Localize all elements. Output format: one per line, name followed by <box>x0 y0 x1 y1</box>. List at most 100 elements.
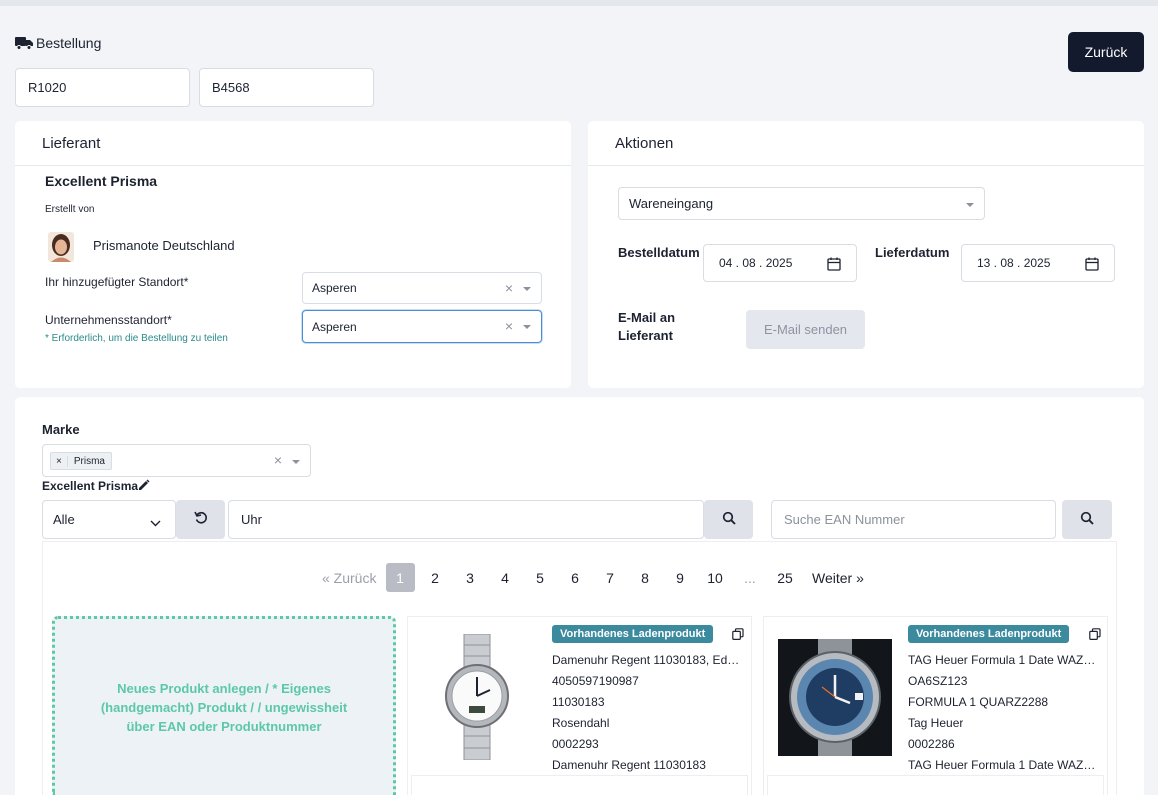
product-card-footer <box>767 775 1104 795</box>
product-search-button[interactable] <box>704 500 753 539</box>
ean-search-button[interactable] <box>1062 500 1112 539</box>
action-select[interactable]: Wareneingang <box>618 187 985 220</box>
pagination-ellipsis: ... <box>744 570 756 586</box>
location-label: Ihr hinzugefügter Standort* <box>45 275 189 289</box>
product-ean: 4050597190987 <box>552 674 639 688</box>
pagination-page-9[interactable]: 9 <box>667 570 693 586</box>
order-number-field-2[interactable]: B4568 <box>199 68 374 107</box>
chevron-down-icon[interactable] <box>523 287 531 291</box>
supplier-heading: Excellent Prisma <box>42 479 139 493</box>
product-description: TAG Heuer Formula 1 Date WAZ1... <box>908 758 1100 772</box>
product-card[interactable]: Vorhandenes Ladenprodukt TAG Heuer Formu… <box>763 616 1108 795</box>
pagination-prev[interactable]: « Zurück <box>322 570 376 586</box>
company-location-label: Unternehmensstandort* <box>45 313 172 327</box>
product-article-number: 11030183 <box>552 695 605 709</box>
clear-icon[interactable]: × <box>505 280 513 296</box>
brand-tag-remove-icon[interactable]: × <box>51 455 68 467</box>
delivery-date-label: Lieferdatum <box>875 245 950 260</box>
pagination-next[interactable]: Weiter » <box>812 570 864 586</box>
chevron-down-icon[interactable] <box>292 460 300 464</box>
truck-icon <box>15 36 33 50</box>
created-by-label: Erstellt von <box>45 204 95 215</box>
filter-select[interactable]: Alle <box>42 500 176 539</box>
supplier-card-title: Lieferant <box>42 135 101 152</box>
supplier-card-header: Lieferant <box>15 121 571 166</box>
order-date-input[interactable]: 04 . 08 . 2025 <box>703 244 857 282</box>
order-date-value: 04 . 08 . 2025 <box>719 256 793 270</box>
pagination-page-2[interactable]: 2 <box>422 570 448 586</box>
order-number-field-1[interactable]: R1020 <box>15 68 190 107</box>
product-card-footer <box>411 775 748 795</box>
brand-select[interactable]: × Prisma × <box>42 444 311 477</box>
reset-button[interactable] <box>176 500 225 539</box>
brand-tag-label: Prisma <box>73 455 105 467</box>
product-ean: OA6SZ123 <box>908 674 968 688</box>
product-name: TAG Heuer Formula 1 Date WAZ1... <box>908 653 1100 667</box>
delivery-date-value: 13 . 08 . 2025 <box>977 256 1051 270</box>
product-code: 0002286 <box>908 737 955 751</box>
creator-name: Prismanote Deutschland <box>93 238 235 253</box>
ean-search-input[interactable]: Suche EAN Nummer <box>771 500 1056 539</box>
back-button[interactable]: Zurück <box>1068 32 1144 72</box>
pagination-page-25[interactable]: 25 <box>772 570 798 586</box>
actions-card-title: Aktionen <box>615 135 674 152</box>
email-label-line2: Lieferant <box>618 328 673 343</box>
chevron-down-icon <box>150 515 161 530</box>
clear-icon[interactable]: × <box>505 318 513 334</box>
actions-card: Aktionen Wareneingang Bestelldatum 04 . … <box>588 121 1144 388</box>
pagination-page-1[interactable]: 1 <box>387 570 413 586</box>
location-select-value: Asperen <box>312 281 357 295</box>
actions-card-header: Aktionen <box>588 121 1144 166</box>
action-select-value: Wareneingang <box>629 196 714 211</box>
company-location-select[interactable]: Asperen × <box>302 310 542 343</box>
avatar <box>48 232 74 262</box>
pagination-page-7[interactable]: 7 <box>597 570 623 586</box>
product-code: 0002293 <box>552 737 599 751</box>
pagination-page-4[interactable]: 4 <box>492 570 518 586</box>
product-card[interactable]: Vorhandenes Ladenprodukt Damenuhr Regent… <box>407 616 752 795</box>
new-product-text: Neues Produkt anlegen / * Eigenes (handg… <box>100 680 348 734</box>
product-search-input[interactable]: Uhr <box>228 500 704 539</box>
reset-icon <box>193 511 208 528</box>
email-label-line1: E-Mail an <box>618 310 676 325</box>
product-article-number: FORMULA 1 QUARZ2288 <box>908 695 1049 709</box>
pencil-icon[interactable] <box>138 479 150 494</box>
product-brand: Tag Heuer <box>908 716 964 730</box>
section-label: Bestellung <box>36 35 102 51</box>
copy-icon[interactable] <box>732 628 744 643</box>
existing-product-badge: Vorhandenes Ladenprodukt <box>552 625 714 643</box>
brand-tag: × Prisma <box>50 452 112 470</box>
location-select[interactable]: Asperen × <box>302 272 542 304</box>
top-strip <box>0 0 1158 6</box>
calendar-icon[interactable] <box>827 257 841 274</box>
delivery-date-input[interactable]: 13 . 08 . 2025 <box>961 244 1115 282</box>
product-brand: Rosendahl <box>552 716 610 730</box>
product-name: Damenuhr Regent 11030183, Edel... <box>552 653 744 667</box>
supplier-name: Excellent Prisma <box>45 173 158 189</box>
order-date-label: Bestelldatum <box>618 245 700 260</box>
watch-image <box>778 639 892 756</box>
ean-search-placeholder: Suche EAN Nummer <box>784 512 905 527</box>
supplier-card: Lieferant Excellent Prisma Erstellt von … <box>15 121 571 388</box>
company-location-select-value: Asperen <box>312 319 357 334</box>
chevron-down-icon <box>966 203 974 207</box>
pagination-page-8[interactable]: 8 <box>632 570 658 586</box>
brand-label: Marke <box>42 422 80 437</box>
search-icon <box>1080 511 1094 528</box>
copy-icon[interactable] <box>1089 628 1101 643</box>
existing-product-badge: Vorhandenes Ladenprodukt <box>908 625 1070 643</box>
new-product-tile[interactable]: Neues Produkt anlegen / * Eigenes (handg… <box>52 616 396 795</box>
calendar-icon[interactable] <box>1085 257 1099 274</box>
clear-icon[interactable]: × <box>274 452 282 468</box>
pagination-page-6[interactable]: 6 <box>562 570 588 586</box>
watch-image <box>438 633 518 761</box>
pagination-page-5[interactable]: 5 <box>527 570 553 586</box>
pagination-page-3[interactable]: 3 <box>457 570 483 586</box>
search-icon <box>722 511 736 528</box>
product-description: Damenuhr Regent 11030183 <box>552 758 706 772</box>
send-email-button[interactable]: E-Mail senden <box>746 310 865 349</box>
chevron-down-icon[interactable] <box>523 325 531 329</box>
filter-select-value: Alle <box>53 512 75 527</box>
pagination-page-10[interactable]: 10 <box>702 570 728 586</box>
required-hint: * Erforderlich, um die Bestellung zu tei… <box>45 333 228 344</box>
